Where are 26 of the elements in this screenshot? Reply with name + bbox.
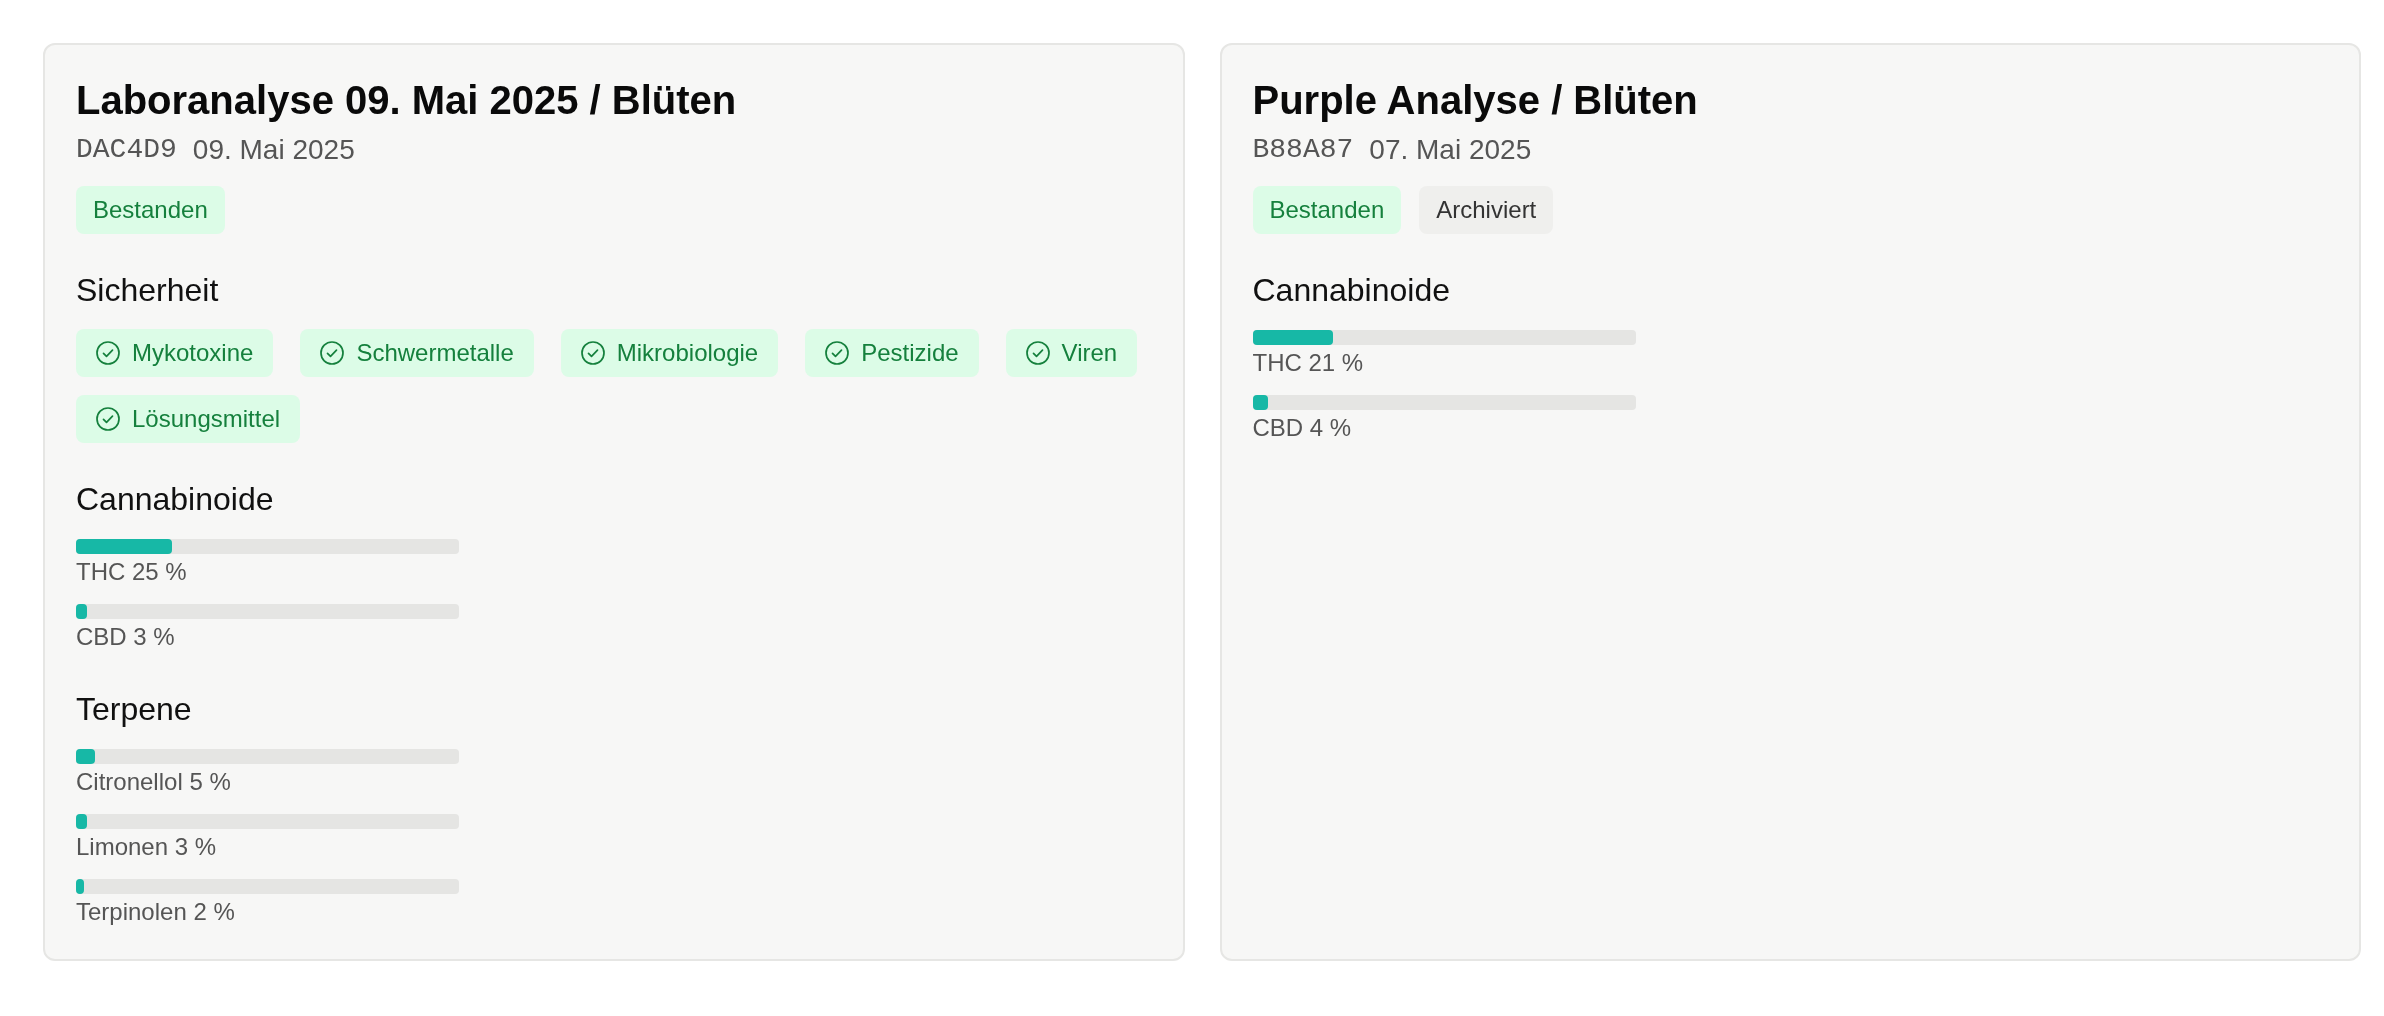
test-label: Mykotoxine bbox=[132, 339, 254, 367]
sample-code: DAC4D9 bbox=[76, 133, 177, 167]
test-label: Mikrobiologie bbox=[616, 339, 759, 367]
bar-label: THC 21 % bbox=[1252, 348, 1365, 378]
bar-label: Terpinolen 2 % bbox=[76, 897, 236, 927]
section-heading: Sicherheit bbox=[76, 271, 220, 310]
test-label: Schwermetalle bbox=[356, 339, 514, 367]
status-badge: Bestanden bbox=[76, 186, 225, 234]
card-title: Purple Analyse / Blüten bbox=[1252, 77, 1699, 124]
bar-label: Limonen 3 % bbox=[76, 832, 218, 862]
test-label: Viren bbox=[1061, 339, 1118, 367]
status-badge: Archiviert bbox=[1419, 186, 1554, 234]
test-label: Pestizide bbox=[861, 339, 959, 367]
analysis-date: 09. Mai 2025 bbox=[192, 133, 355, 167]
section-heading: Cannabinoide bbox=[1252, 271, 1451, 310]
section-heading: Terpene bbox=[76, 690, 193, 729]
section-heading: Cannabinoide bbox=[76, 480, 275, 519]
card-title: Laboranalyse 09. Mai 2025 / Blüten bbox=[76, 77, 738, 124]
bar-label: Citronellol 5 % bbox=[76, 767, 232, 797]
test-label: Lösungsmittel bbox=[132, 405, 281, 433]
sample-code: B88A87 bbox=[1252, 133, 1354, 167]
bar-label: CBD 3 % bbox=[76, 622, 176, 652]
status-badge: Bestanden bbox=[1252, 186, 1402, 234]
bar-label: THC 25 % bbox=[76, 557, 188, 587]
analysis-date: 07. Mai 2025 bbox=[1369, 133, 1532, 167]
bar-label: CBD 4 % bbox=[1252, 413, 1353, 443]
